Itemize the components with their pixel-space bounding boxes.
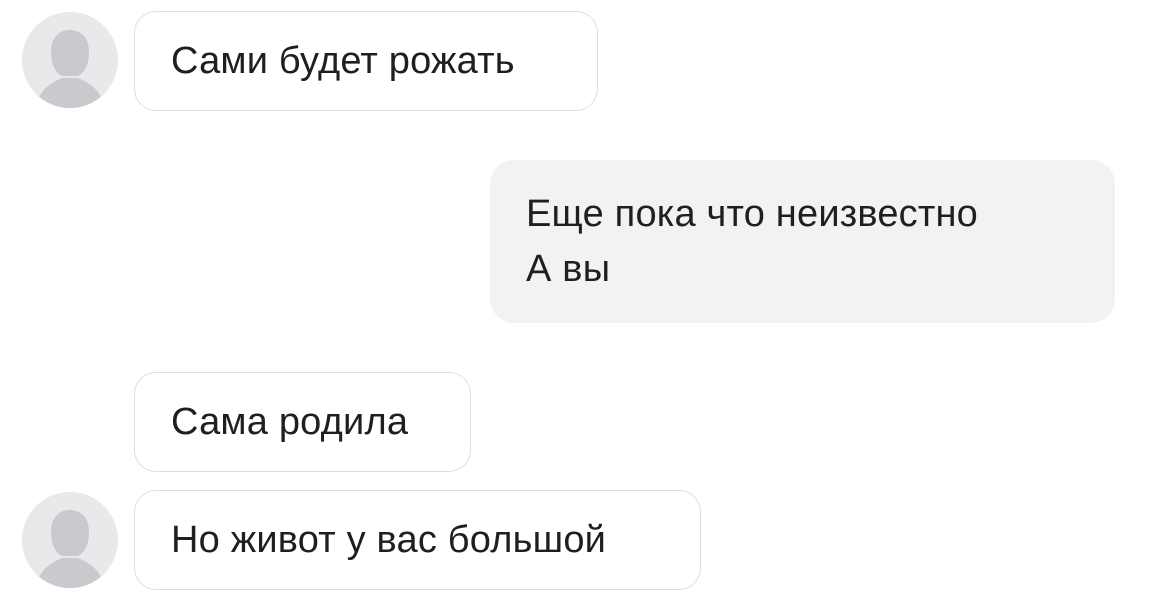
message-bubble-incoming[interactable]: Сами будет рожать [134, 11, 598, 111]
default-female-avatar-icon [22, 12, 118, 108]
message-bubble-outgoing[interactable]: Еще пока что неизвестно А вы [490, 160, 1115, 323]
message-bubble-incoming[interactable]: Сама родила [134, 372, 471, 472]
sender-avatar-icon[interactable] [22, 492, 118, 588]
default-female-avatar-icon [22, 492, 118, 588]
sender-avatar-icon[interactable] [22, 12, 118, 108]
message-bubble-incoming[interactable]: Но живот у вас большой [134, 490, 701, 590]
